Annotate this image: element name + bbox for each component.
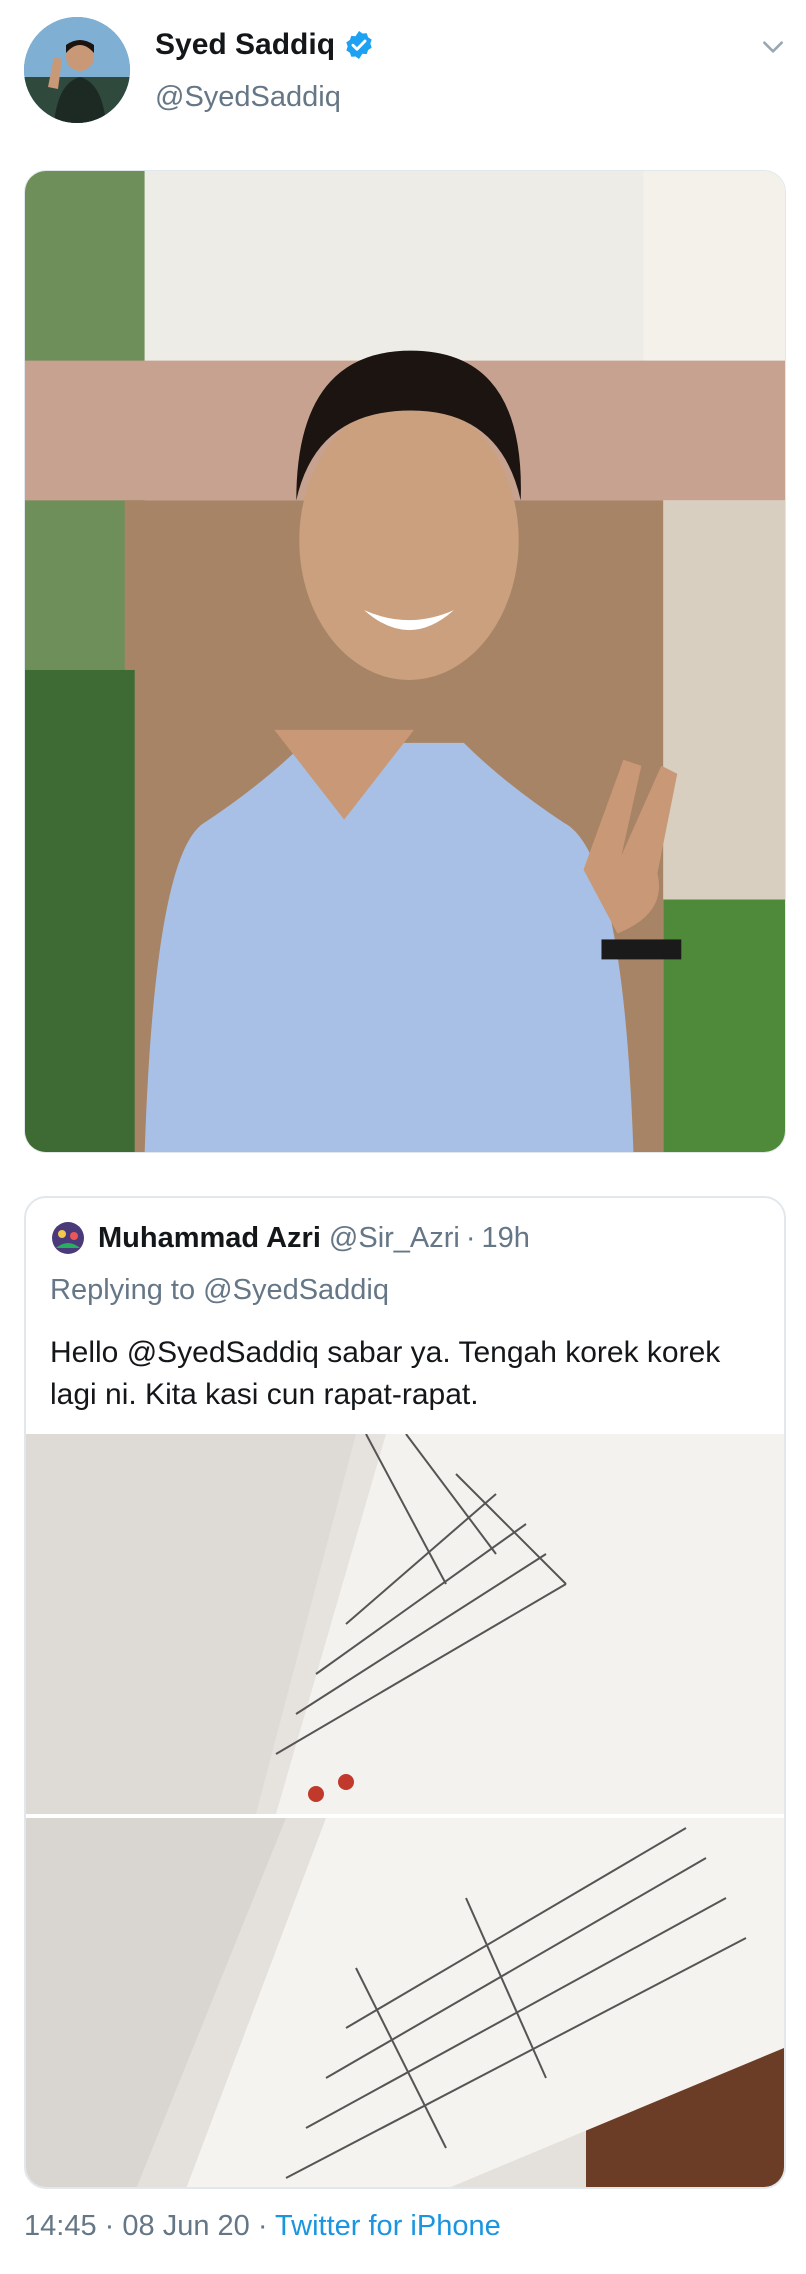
separator-dot: · xyxy=(257,2210,268,2242)
quoted-photo-1[interactable] xyxy=(26,1434,784,1814)
separator-dot: · xyxy=(104,2210,115,2242)
tweet-date: 08 Jun 20 xyxy=(122,2210,250,2242)
tweet-source-link[interactable]: Twitter for iPhone xyxy=(275,2210,501,2242)
author-avatar[interactable] xyxy=(24,17,130,123)
author-display-name[interactable]: Syed Saddiq xyxy=(155,26,335,64)
replying-to: Replying to @SyedSaddiq xyxy=(50,1274,389,1307)
quoted-tweet[interactable]: Muhammad Azri @Sir_Azri · 19h Replying t… xyxy=(24,1196,786,2189)
tweet-timestamp: 14:45 xyxy=(24,2210,97,2242)
separator-dot: · xyxy=(465,1221,476,1254)
quoted-author-name[interactable]: Muhammad Azri xyxy=(98,1222,321,1255)
quoted-tweet-time: 19h xyxy=(481,1221,530,1254)
replying-prefix: Replying to xyxy=(50,1274,196,1306)
tweet-footer: 14:45 · 08 Jun 20 · Twitter for iPhone xyxy=(24,2210,501,2243)
quoted-tweet-media xyxy=(26,1434,784,2187)
quoted-photo-2[interactable] xyxy=(26,1818,784,2187)
quoted-tweet-header: Muhammad Azri @Sir_Azri · 19h xyxy=(48,1218,530,1258)
verified-badge-icon xyxy=(343,29,375,61)
replying-to-mention[interactable]: @SyedSaddiq xyxy=(203,1274,389,1306)
author-handle[interactable]: @SyedSaddiq xyxy=(155,79,341,115)
chevron-down-icon[interactable] xyxy=(760,34,786,60)
quoted-author-handle[interactable]: @Sir_Azri xyxy=(329,1222,460,1255)
author-name-row: Syed Saddiq xyxy=(155,26,375,64)
tweet-header: Syed Saddiq @SyedSaddiq xyxy=(0,0,806,150)
quoted-author-avatar[interactable] xyxy=(48,1218,88,1258)
text-mention-link[interactable]: @SyedSaddiq xyxy=(127,1336,319,1369)
quoted-tweet-text: Hello @SyedSaddiq sabar ya. Tengah korek… xyxy=(50,1336,721,1411)
tweet-photo[interactable] xyxy=(24,170,786,1153)
